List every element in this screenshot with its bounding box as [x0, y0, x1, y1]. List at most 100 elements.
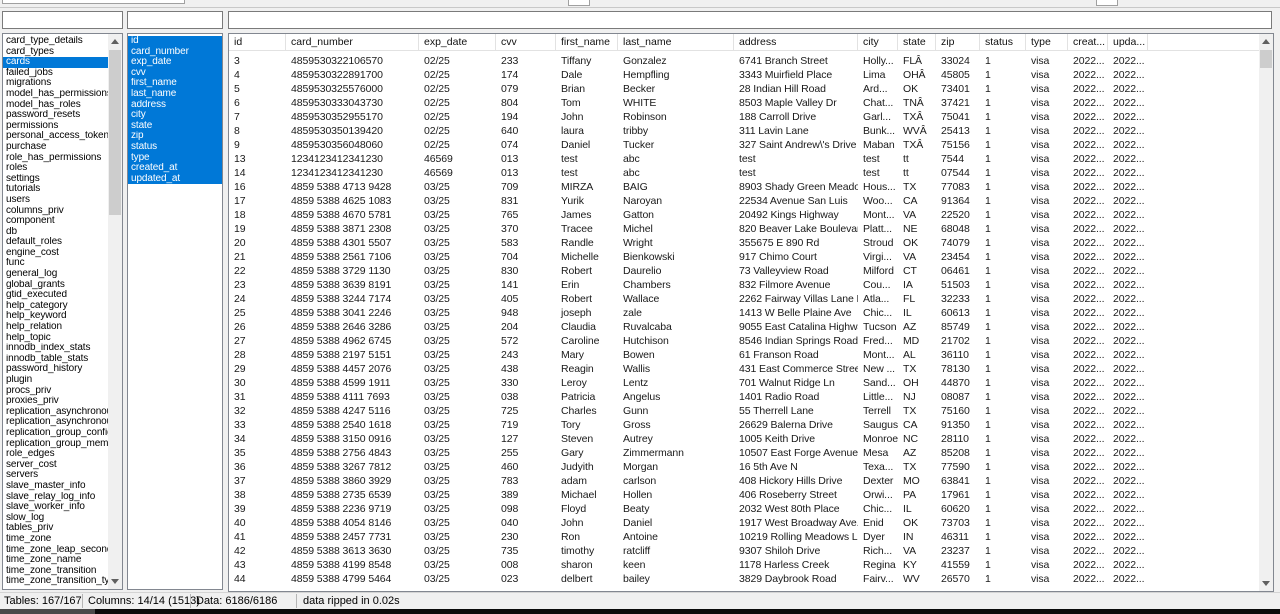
- data-filter-input[interactable]: [228, 11, 1272, 29]
- table-list-item[interactable]: time_zone_transition: [3, 566, 108, 577]
- column-list-item[interactable]: created_at: [128, 163, 222, 174]
- table-row[interactable]: 13 1234123412341230 46569 013 test abc test tes…: [229, 152, 1259, 166]
- table-list-item[interactable]: columns_priv: [3, 206, 108, 217]
- table-row[interactable]: 33 4859 5388 2540 1618 03/25 719 Tory Gross 26…: [229, 418, 1259, 432]
- table-list-item[interactable]: time_zone: [3, 534, 108, 545]
- table-list-item[interactable]: proxies_priv: [3, 396, 108, 407]
- table-list-item[interactable]: innodb_index_stats: [3, 343, 108, 354]
- table-row[interactable]: 30 4859 5388 4599 1911 03/25 330 Leroy Lentz 7…: [229, 376, 1259, 390]
- table-row[interactable]: 24 4859 5388 3244 7174 03/25 405 Robert Walla…: [229, 292, 1259, 306]
- column-list-item[interactable]: status: [128, 141, 222, 153]
- table-row[interactable]: 31 4859 5388 4111 7693 03/25 038 Patricia Ang…: [229, 390, 1259, 404]
- grid-header-cell[interactable]: state: [898, 34, 936, 51]
- column-list-item[interactable]: first_name: [128, 78, 222, 89]
- column-list-item[interactable]: address: [128, 99, 222, 111]
- table-list-item[interactable]: tutorials: [3, 184, 108, 195]
- table-list-item[interactable]: tables_priv: [3, 523, 108, 534]
- table-row[interactable]: 36 4859 5388 3267 7812 03/25 460 Judyith Morg…: [229, 460, 1259, 474]
- table-list-item[interactable]: slow_log: [3, 513, 108, 524]
- column-list-item[interactable]: exp_date: [128, 57, 222, 68]
- table-row[interactable]: 5 4859530325576000 02/25 079 Brian Becker 28 I…: [229, 82, 1259, 96]
- table-row[interactable]: 37 4859 5388 3860 3929 03/25 783 adam carlson…: [229, 474, 1259, 488]
- scroll-down-icon[interactable]: [1259, 576, 1273, 591]
- grid-header-cell[interactable]: city: [858, 34, 898, 51]
- table-row[interactable]: 9 4859530356048060 02/25 074 Daniel Tucker 327…: [229, 138, 1259, 152]
- table-list-item[interactable]: func: [3, 258, 108, 269]
- table-list-item[interactable]: time_zone_transition_typ: [3, 576, 108, 587]
- table-list-item[interactable]: settings: [3, 174, 108, 185]
- table-row[interactable]: 6 4859530333043730 02/25 804 Tom WHITE 8503 Ma…: [229, 96, 1259, 110]
- table-list-item[interactable]: card_type_details: [3, 36, 108, 47]
- grid-header-cell[interactable]: zip: [936, 34, 980, 51]
- grid-header-cell[interactable]: status: [980, 34, 1026, 51]
- tables-scrollbar-thumb[interactable]: [109, 50, 121, 215]
- table-list-item[interactable]: replication_asynchronous: [3, 407, 108, 418]
- column-list-item[interactable]: state: [128, 120, 222, 132]
- table-row[interactable]: 44 4859 5388 4799 5464 03/25 023 delbert bail…: [229, 572, 1259, 586]
- table-list-item[interactable]: db: [3, 227, 108, 238]
- table-list-item[interactable]: servers: [3, 470, 108, 481]
- scroll-up-icon[interactable]: [1259, 34, 1273, 49]
- column-list-item[interactable]: cvv: [128, 67, 222, 79]
- table-list-item[interactable]: model_has_roles: [3, 100, 108, 111]
- table-row[interactable]: 32 4859 5388 4247 5116 03/25 725 Charles Gunn…: [229, 404, 1259, 418]
- table-list-item[interactable]: users: [3, 195, 108, 206]
- scroll-down-icon[interactable]: [108, 574, 122, 589]
- table-row[interactable]: 27 4859 5388 4962 6745 03/25 572 Caroline Hut…: [229, 334, 1259, 348]
- table-list-item[interactable]: replication_group_membe: [3, 439, 108, 450]
- table-row[interactable]: 42 4859 5388 3613 3630 03/25 735 timothy ratc…: [229, 544, 1259, 558]
- table-list-item[interactable]: engine_cost: [3, 248, 108, 259]
- grid-header-cell[interactable]: address: [734, 34, 858, 51]
- table-row[interactable]: 21 4859 5388 2561 7106 03/25 704 Michelle Bie…: [229, 250, 1259, 264]
- tables-scrollbar[interactable]: [108, 34, 122, 589]
- tables-filter-input[interactable]: [2, 11, 123, 29]
- table-list-item[interactable]: roles: [3, 163, 108, 174]
- table-row[interactable]: 38 4859 5388 2735 6539 03/25 389 Michael Holl…: [229, 488, 1259, 502]
- table-list-item[interactable]: component: [3, 216, 108, 227]
- table-list-item[interactable]: migrations: [3, 78, 108, 89]
- table-row[interactable]: 26 4859 5388 2646 3286 03/25 204 Claudia Ruva…: [229, 320, 1259, 334]
- table-row[interactable]: 28 4859 5388 2197 5151 03/25 243 Mary Bowen 61…: [229, 348, 1259, 362]
- grid-header-cell[interactable]: card_number: [286, 34, 419, 51]
- table-row[interactable]: 7 4859530352955170 02/25 194 John Robinson 188…: [229, 110, 1259, 124]
- table-list-item[interactable]: purchase: [3, 142, 108, 153]
- table-list-item[interactable]: general_log: [3, 269, 108, 280]
- table-row[interactable]: 19 4859 5388 3871 2308 03/25 370 Tracee Miche…: [229, 222, 1259, 236]
- table-list-item[interactable]: help_topic: [3, 333, 108, 344]
- table-list-item[interactable]: cards: [3, 57, 108, 68]
- table-list-item[interactable]: time_zone_leap_second: [3, 545, 108, 556]
- table-list-item[interactable]: default_roles: [3, 237, 108, 248]
- table-list-item[interactable]: procs_priv: [3, 386, 108, 397]
- grid-scrollbar-thumb[interactable]: [1260, 50, 1272, 68]
- column-list-item[interactable]: zip: [128, 131, 222, 142]
- grid-header-cell[interactable]: upda...: [1108, 34, 1148, 51]
- table-row[interactable]: 17 4859 5388 4625 1083 03/25 831 Yurik Naroya…: [229, 194, 1259, 208]
- table-row[interactable]: 18 4859 5388 4670 5781 03/25 765 James Gatton…: [229, 208, 1259, 222]
- table-list-item[interactable]: server_cost: [3, 460, 108, 471]
- table-row[interactable]: 16 4859 5388 4713 9428 03/25 709 MIRZA BAIG 89…: [229, 180, 1259, 194]
- column-list-item[interactable]: last_name: [128, 88, 222, 100]
- columns-filter-input[interactable]: [127, 11, 223, 29]
- grid-header-cell[interactable]: type: [1026, 34, 1068, 51]
- grid-header-cell[interactable]: creat...: [1068, 34, 1108, 51]
- table-row[interactable]: 25 4859 5388 3041 2246 03/25 948 joseph zale 1…: [229, 306, 1259, 320]
- table-list-item[interactable]: personal_access_tokens: [3, 131, 108, 142]
- table-list-item[interactable]: innodb_table_stats: [3, 354, 108, 365]
- table-list-item[interactable]: help_keyword: [3, 311, 108, 322]
- column-list-item[interactable]: updated_at: [128, 173, 222, 185]
- table-list-item[interactable]: help_category: [3, 301, 108, 312]
- table-row[interactable]: 4 4859530322891700 02/25 174 Dale Hempfling 33…: [229, 68, 1259, 82]
- grid-header-cell[interactable]: exp_date: [419, 34, 496, 51]
- table-row[interactable]: 20 4859 5388 4301 5507 03/25 583 Randle Wrigh…: [229, 236, 1259, 250]
- table-list-item[interactable]: replication_asynchronous: [3, 417, 108, 428]
- grid-header-cell[interactable]: first_name: [556, 34, 618, 51]
- table-list-item[interactable]: password_history: [3, 364, 108, 375]
- grid-scrollbar[interactable]: [1259, 34, 1273, 591]
- table-list-item[interactable]: password_resets: [3, 110, 108, 121]
- table-list-item[interactable]: time_zone_name: [3, 555, 108, 566]
- table-list-item[interactable]: replication_group_configu: [3, 428, 108, 439]
- table-row[interactable]: 3 4859530322106570 02/25 233 Tiffany Gonzalez…: [229, 54, 1259, 68]
- table-row[interactable]: 23 4859 5388 3639 8191 03/25 141 Erin Chamber…: [229, 278, 1259, 292]
- grid-header-cell[interactable]: cvv: [496, 34, 556, 51]
- column-list-item[interactable]: id: [128, 36, 222, 47]
